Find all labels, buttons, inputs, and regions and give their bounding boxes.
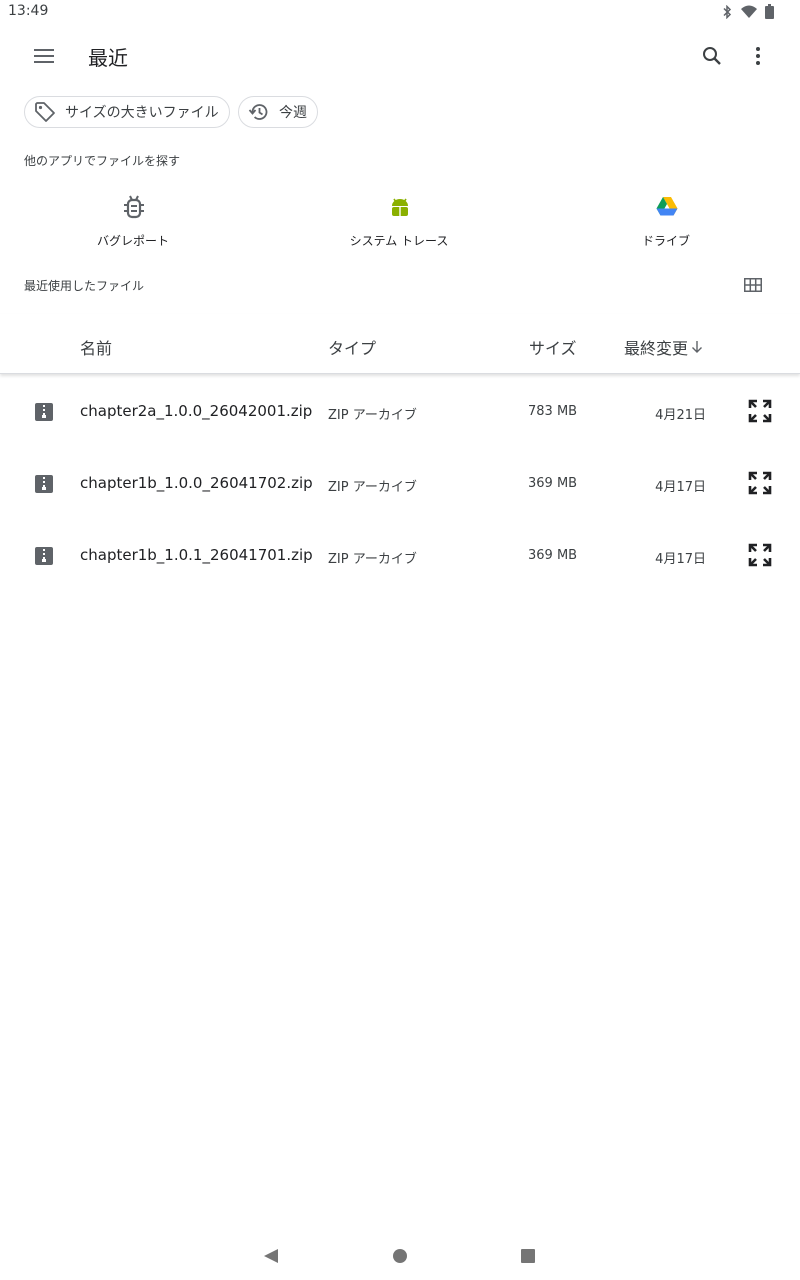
nav-recents-button[interactable]: [514, 1242, 542, 1270]
chip-large-files-label: サイズの大きいファイル: [65, 105, 219, 121]
wifi-icon: [741, 5, 757, 18]
bluetooth-icon: [723, 4, 732, 19]
column-header-size[interactable]: サイズ: [529, 335, 577, 359]
table-header: 名前 タイプ サイズ 最終変更: [0, 314, 800, 374]
status-icons: [721, 4, 774, 19]
file-type: ZIP アーカイブ: [328, 408, 417, 423]
file-date: 4月17日: [655, 552, 706, 567]
app-system-trace-label: システム トレース: [349, 234, 449, 248]
history-icon: [247, 100, 271, 124]
app-drive[interactable]: ドライブ: [576, 186, 756, 258]
file-type: ZIP アーカイブ: [328, 480, 417, 495]
zip-file-icon: [35, 547, 53, 565]
file-name: chapter1b_1.0.1_26041701.zip: [80, 546, 313, 564]
file-size: 369 MB: [528, 548, 578, 563]
recent-files-label: 最近使用したファイル: [24, 279, 145, 293]
search-button[interactable]: [688, 32, 736, 80]
drive-icon: [656, 197, 678, 216]
preview-button[interactable]: [744, 467, 776, 499]
more-vert-icon: [756, 47, 760, 65]
tag-icon: [33, 100, 57, 124]
fullscreen-icon: [748, 543, 772, 567]
search-icon: [703, 47, 721, 65]
toolbar: 最近: [0, 24, 800, 88]
column-header-type[interactable]: タイプ: [328, 335, 376, 359]
zip-file-icon: [35, 403, 53, 421]
file-name: chapter1b_1.0.0_26041702.zip: [80, 474, 313, 492]
android-icon: [392, 198, 408, 216]
menu-button[interactable]: [20, 32, 68, 80]
battery-icon: [765, 4, 774, 19]
file-date: 4月17日: [655, 480, 706, 495]
column-header-modified-label: 最終変更: [624, 339, 689, 358]
column-header-name[interactable]: 名前: [80, 335, 112, 359]
file-date: 4月21日: [655, 408, 706, 423]
file-row[interactable]: chapter2a_1.0.0_26042001.zip ZIP アーカイブ 783…: [0, 375, 800, 447]
file-row[interactable]: chapter1b_1.0.1_26041701.zip ZIP アーカイブ 369…: [0, 519, 800, 591]
recents-icon: [521, 1249, 535, 1263]
app-bug-report-label: バグレポート: [96, 234, 169, 248]
nav-back-button[interactable]: [257, 1242, 285, 1270]
file-row[interactable]: chapter1b_1.0.0_26041702.zip ZIP アーカイブ 369…: [0, 447, 800, 519]
page-title: 最近: [88, 46, 128, 70]
grid-view-button[interactable]: [734, 266, 772, 304]
chip-this-week-label: 今週: [279, 105, 307, 121]
back-icon: [264, 1249, 278, 1263]
preview-button[interactable]: [744, 539, 776, 571]
bug-icon: [124, 195, 144, 219]
file-type: ZIP アーカイブ: [328, 552, 417, 567]
more-options-button[interactable]: [734, 32, 782, 80]
menu-icon: [34, 49, 54, 63]
status-time: 13:49: [8, 3, 49, 19]
zip-file-icon: [35, 475, 53, 493]
status-bar: 13:49: [0, 0, 800, 24]
home-icon: [393, 1249, 407, 1263]
chip-this-week[interactable]: 今週: [238, 96, 318, 128]
nav-home-button[interactable]: [386, 1242, 414, 1270]
fullscreen-icon: [748, 471, 772, 495]
arrow-down-icon: [692, 341, 703, 353]
app-bug-report[interactable]: バグレポート: [43, 186, 223, 258]
app-drive-label: ドライブ: [641, 234, 690, 248]
file-name: chapter2a_1.0.0_26042001.zip: [80, 402, 313, 420]
app-system-trace[interactable]: システム トレース: [309, 186, 489, 258]
chip-large-files[interactable]: サイズの大きいファイル: [24, 96, 230, 128]
file-size: 369 MB: [528, 476, 578, 491]
file-size: 783 MB: [528, 404, 578, 419]
preview-button[interactable]: [744, 395, 776, 427]
column-header-modified[interactable]: 最終変更: [624, 335, 703, 359]
grid-view-icon: [744, 278, 762, 292]
navigation-bar: [0, 1232, 800, 1280]
fullscreen-icon: [748, 399, 772, 423]
other-apps-label: 他のアプリでファイルを探す: [24, 154, 181, 168]
